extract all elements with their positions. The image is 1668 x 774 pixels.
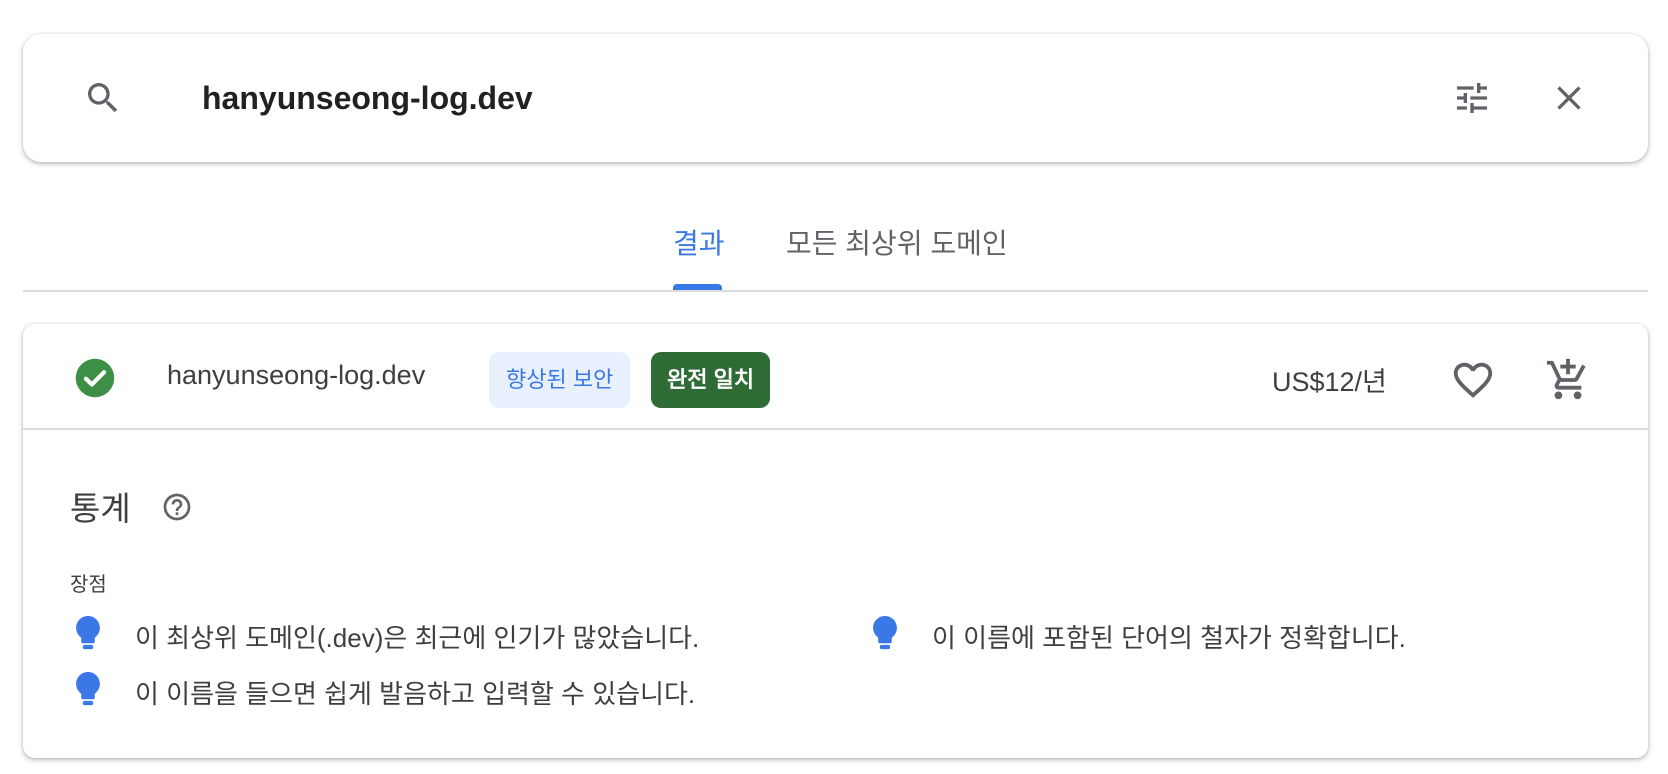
tab-all-tlds[interactable]: 모든 최상위 도메인	[786, 222, 1008, 262]
search-icon[interactable]	[83, 78, 123, 118]
pro-item: 이 이름에 포함된 단어의 철자가 정확합니다.	[932, 623, 1406, 653]
domain-price: US$12/년	[1272, 367, 1387, 397]
heart-icon[interactable]	[1450, 357, 1496, 403]
lightbulb-icon	[873, 616, 897, 650]
card-divider	[23, 428, 1648, 430]
search-input[interactable]	[202, 70, 1302, 126]
add-to-cart-icon[interactable]	[1545, 355, 1591, 405]
tabs-divider	[23, 290, 1648, 292]
pro-item: 이 최상위 도메인(.dev)은 최근에 인기가 많았습니다.	[135, 623, 700, 653]
tab-results[interactable]: 결과	[673, 222, 725, 262]
close-icon[interactable]	[1549, 78, 1589, 118]
help-circle-icon[interactable]	[161, 491, 193, 523]
exact-match-badge: 완전 일치	[651, 352, 771, 408]
result-domain-name[interactable]: hanyunseong-log.dev	[167, 360, 425, 391]
pros-label: 장점	[70, 574, 107, 596]
enhanced-security-badge: 향상된 보안	[489, 352, 631, 408]
lightbulb-icon	[76, 672, 100, 706]
check-circle-icon	[75, 358, 115, 398]
domain-search-page: 결과 모든 최상위 도메인 hanyunseong-log.dev 향상된 보안…	[0, 0, 1668, 774]
pro-item: 이 이름을 들으면 쉽게 발음하고 입력할 수 있습니다.	[135, 679, 696, 709]
filter-tune-icon[interactable]	[1452, 78, 1492, 118]
lightbulb-icon	[76, 616, 100, 650]
stats-heading: 통계	[70, 490, 131, 527]
